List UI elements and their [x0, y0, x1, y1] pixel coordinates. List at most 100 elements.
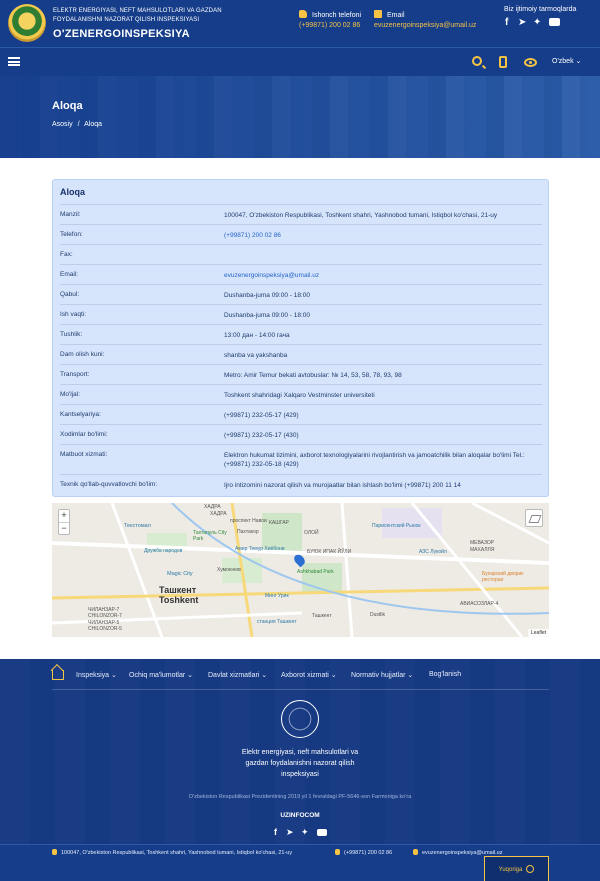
map-label: ХАДРА	[210, 511, 227, 517]
footer-nav-normative[interactable]: Normativ hujjatlar ⌄	[351, 671, 413, 679]
map-label: Ташкент	[312, 613, 332, 619]
telegram-icon[interactable]: ➤	[286, 827, 294, 838]
contact-card: Aloqa Manzil: 100047, O'zbekiston Respub…	[52, 179, 549, 497]
footer-nav-info[interactable]: Axborot xizmati ⌄	[281, 671, 337, 679]
zoom-control: + −	[58, 509, 70, 535]
arrow-up-icon	[526, 865, 535, 873]
footer-phone[interactable]: (+99871) 200 02 86	[335, 849, 392, 856]
row-key: Telefon:	[60, 231, 83, 238]
twitter-icon[interactable]: ✦	[301, 827, 309, 838]
card-title: Aloqa	[60, 187, 86, 197]
header-email: Email evuzenergoinspeksiya@umail.uz	[374, 10, 476, 29]
footer-nav-contact[interactable]: Bog'lanish	[429, 671, 461, 678]
info-row-office: Kantselyariya: (+99871) 232-05-17 (429)	[60, 404, 542, 424]
page-hero: Aloqa Asosiy / Aloqa	[0, 76, 600, 158]
youtube-icon[interactable]	[549, 18, 560, 26]
city-label: Ташкент Toshkent	[159, 585, 199, 605]
language-select[interactable]: O'zbek ⌄	[552, 57, 581, 65]
footer-address: 100047, O'zbekiston Respublikasi, Toshke…	[52, 849, 292, 856]
row-key: Dam olish kuni:	[60, 351, 105, 358]
chevron-down-icon: ⌄	[575, 58, 582, 65]
row-key: Ish vaqti:	[60, 311, 87, 318]
map-attribution[interactable]: Leaflet	[527, 629, 549, 637]
breadcrumb-current: Aloqa	[84, 121, 102, 128]
phone-link[interactable]: (+99871) 200 02 86	[224, 231, 540, 240]
location-map[interactable]: + − ХАДРА ХАДРА проспект Навои Текстомал…	[52, 503, 549, 637]
phone-link[interactable]: (+99871) 200 02 86	[299, 22, 360, 29]
row-key: Matbuot xizmati:	[60, 451, 108, 458]
layers-icon[interactable]	[525, 509, 543, 527]
footer-divider	[52, 689, 549, 690]
footer-nav-services[interactable]: Davlat xizmatlari ⌄	[208, 671, 267, 679]
accessibility-eye-icon[interactable]	[524, 58, 537, 67]
info-row-fax: Fax:	[60, 244, 542, 264]
footer-nav-open-data[interactable]: Ochiq ma'lumotlar ⌄	[129, 671, 193, 679]
zoom-out-button[interactable]: −	[59, 522, 69, 534]
map-label: проспект Навои	[230, 518, 267, 524]
map-label: Хумоюнов	[217, 567, 241, 573]
row-value: Dushanba-juma 09:00 - 18:00	[224, 312, 311, 319]
email-link[interactable]: evuzenergoinspeksiya@umail.uz	[374, 22, 476, 29]
map-label: МАХАЛЛЯ	[470, 547, 495, 553]
mail-icon	[374, 10, 382, 18]
email-link[interactable]: evuzenergoinspeksiya@umail.uz	[224, 271, 540, 280]
info-row-phone: Telefon: (+99871) 200 02 86	[60, 224, 542, 244]
map-label: Дружба народов	[144, 548, 183, 554]
uzinfocom-logo[interactable]: UZINFOCOM	[0, 812, 600, 819]
map-label: Magic City	[167, 571, 193, 577]
phone-icon	[335, 849, 340, 855]
map-label: Амир Темур Хиёбони	[235, 546, 285, 552]
info-row-transport: Transport: Metro: Amir Temur bekati avto…	[60, 364, 542, 384]
footer-nav-inspeksiya[interactable]: Inspeksiya ⌄	[76, 671, 117, 679]
info-row-address: Manzil: 100047, O'zbekiston Respublikasi…	[60, 204, 542, 224]
row-value: 13:00 дан - 14:00 гача	[224, 332, 290, 339]
breadcrumb-home[interactable]: Asosiy	[52, 121, 73, 128]
row-key: Tushlik:	[60, 331, 83, 338]
footer-email[interactable]: evuzenergoinspeksiya@umail.uz	[413, 849, 503, 856]
telegram-icon[interactable]: ➤	[518, 17, 526, 28]
info-row-email: Email: evuzenergoinspeksiya@umail.uz	[60, 264, 542, 284]
facebook-icon[interactable]: f	[274, 827, 277, 837]
state-emblem-icon[interactable]	[8, 4, 46, 42]
info-row-landmark: Mo'ljal: Toshkent shahridagi Xalqaro Ves…	[60, 384, 542, 404]
footer-org-name: Elektr energiyasi, neft mahsulotlari va …	[241, 749, 359, 778]
row-key: Email:	[60, 271, 79, 278]
map-label: станция Ташкент	[257, 619, 297, 625]
twitter-icon[interactable]: ✦	[533, 17, 541, 28]
facebook-icon[interactable]: f	[505, 17, 508, 28]
row-value: Ijro intizomini nazorat qilish va muroja…	[224, 482, 461, 489]
phone-label: Ishonch telefoni	[312, 12, 362, 19]
map-label: Минг Урик	[265, 593, 289, 599]
scroll-to-top-button[interactable]: Yuqoriga	[484, 856, 549, 881]
row-key: Xodimlar bo'limi:	[60, 431, 108, 438]
row-key: Texnik qo'llab-quvvatlovchi bo'lim:	[60, 481, 158, 488]
map-label: КАШГАР	[269, 520, 289, 526]
row-key: Fax:	[60, 251, 73, 258]
map-label: АВИАСОЗЛАР-4	[460, 601, 499, 607]
search-icon[interactable]	[472, 56, 482, 66]
row-key: Mo'ljal:	[60, 391, 81, 398]
zoom-in-button[interactable]: +	[59, 510, 69, 522]
site-logo-text[interactable]: O'ZENERGOINSPEKSIYA	[53, 28, 190, 40]
row-value: Toshkent shahridagi Xalqaro Vestminster …	[224, 392, 375, 399]
info-row-reception: Qabul: Dushanba-juma 09:00 - 18:00	[60, 284, 542, 304]
map-label: Текстомал	[124, 523, 151, 529]
row-key: Kantselyariya:	[60, 411, 101, 418]
home-icon[interactable]	[52, 670, 64, 680]
row-value: 100047, O'zbekiston Respublikasi, Toshke…	[224, 212, 498, 219]
map-label: АЗС Лукойл	[419, 549, 447, 555]
map-label: ХАДРА	[204, 504, 221, 510]
menu-icon[interactable]	[8, 57, 20, 66]
youtube-icon[interactable]	[317, 829, 327, 836]
info-row-support: Texnik qo'llab-quvvatlovchi bo'lim: Ijro…	[60, 474, 542, 494]
map-label: Парисентский Рынок	[372, 523, 421, 529]
map-label: CHILONZOR-7	[88, 613, 122, 619]
row-value: Elektron hukumat tizimini, axborot texno…	[224, 452, 525, 468]
row-key: Transport:	[60, 371, 90, 378]
map-label: Тахтапуль City Park	[193, 530, 227, 542]
info-row-days-off: Dam olish kuni: shanba va yakshanba	[60, 344, 542, 364]
email-label: Email	[387, 12, 405, 19]
breadcrumb-separator: /	[77, 121, 80, 128]
mobile-icon[interactable]	[499, 56, 507, 68]
phone-icon	[299, 10, 307, 18]
